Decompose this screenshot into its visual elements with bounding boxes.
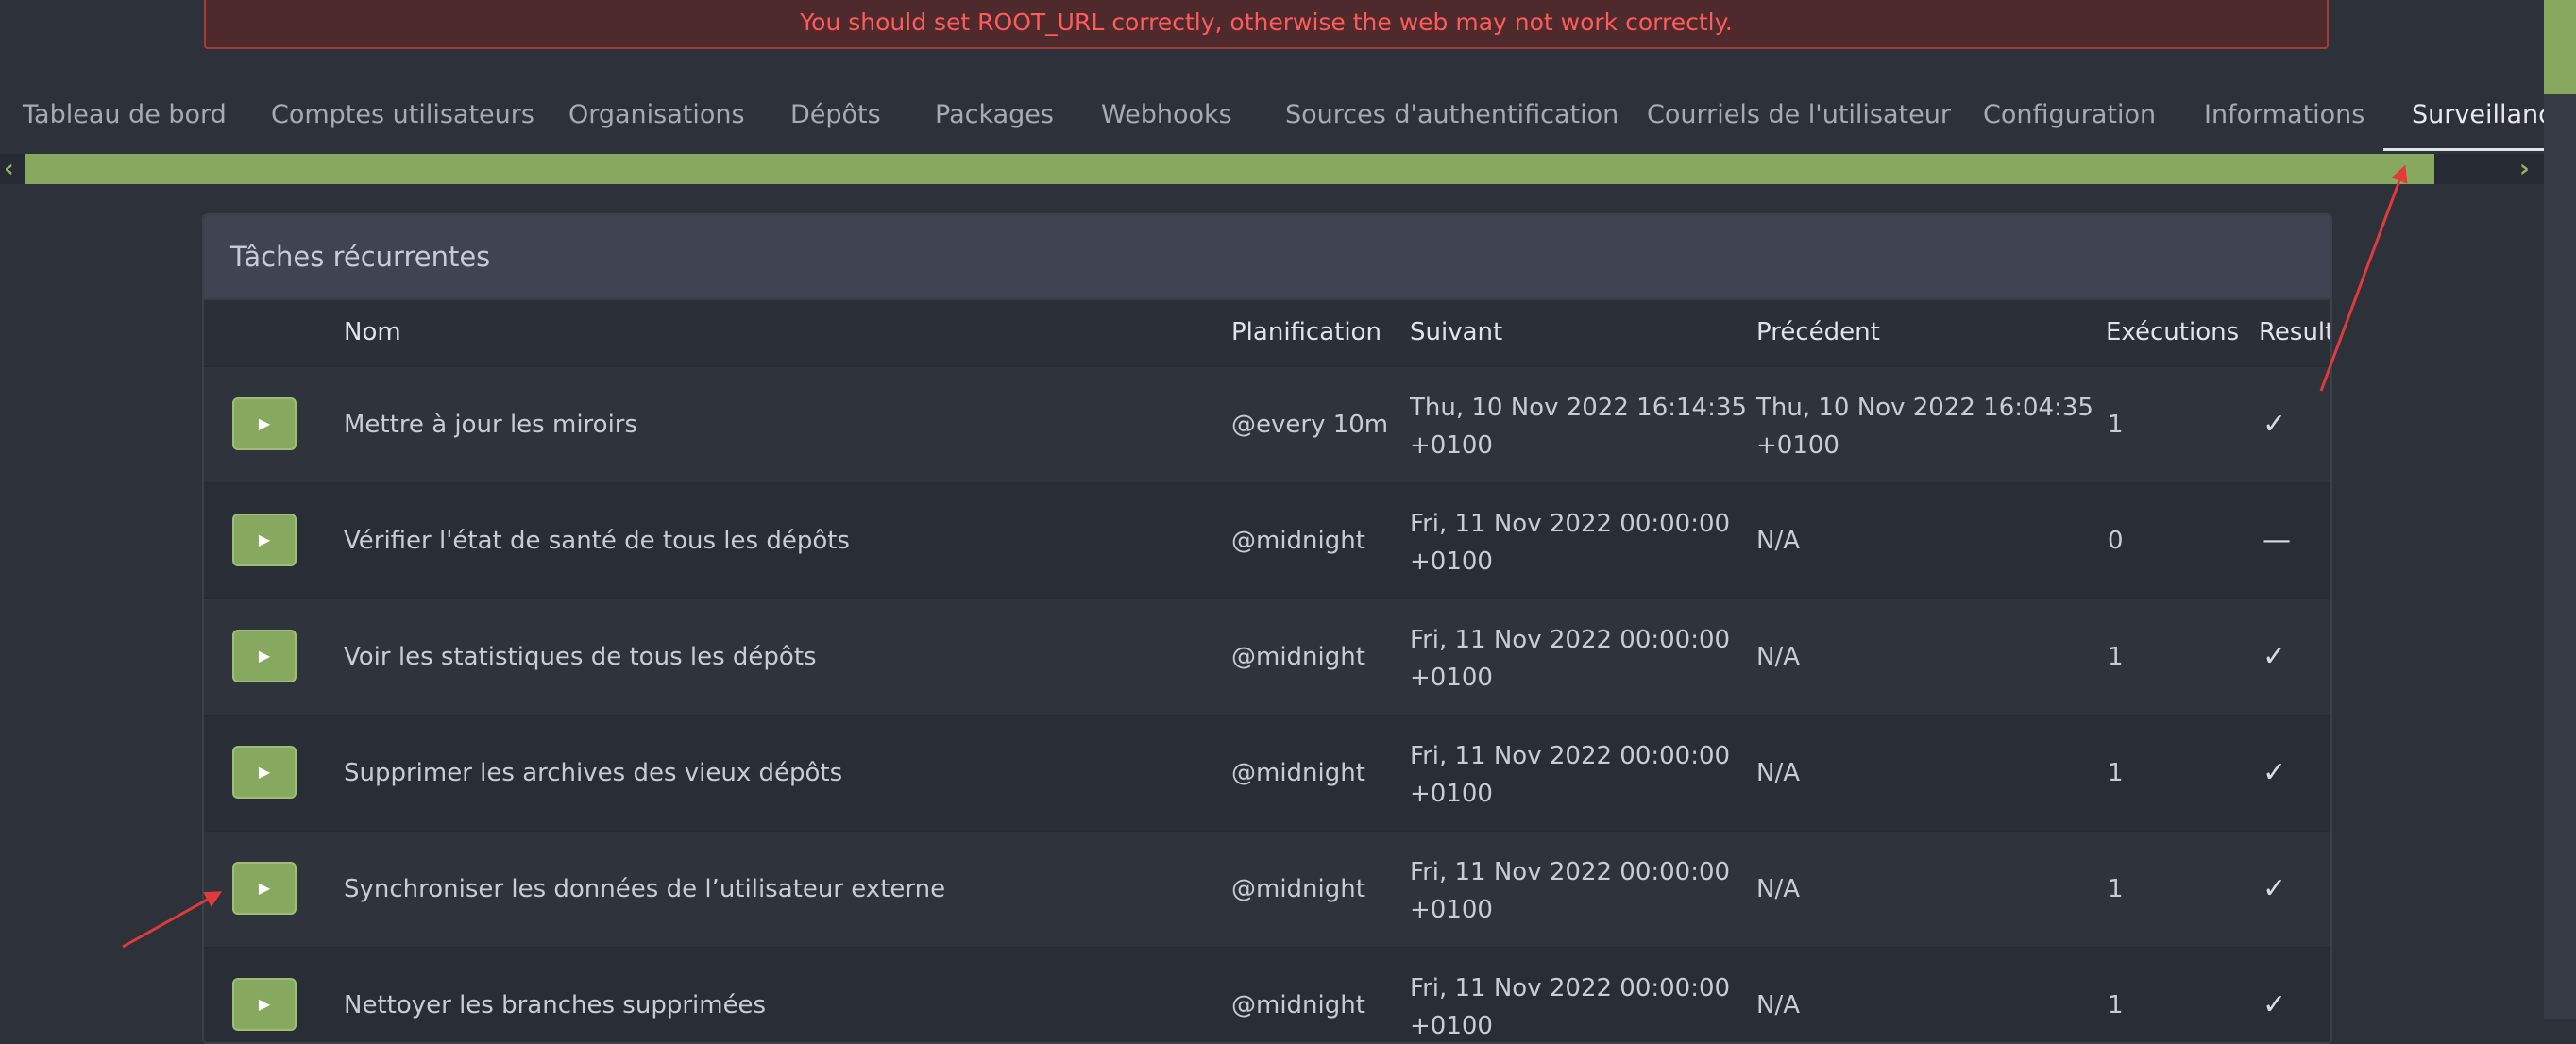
check-icon: ✓ bbox=[2262, 640, 2287, 673]
column-header-schedule: Planification bbox=[1231, 318, 1381, 346]
root-url-warning-banner: You should set ROOT_URL correctly, other… bbox=[204, 0, 2329, 49]
scrollbar-thumb[interactable] bbox=[25, 154, 2434, 184]
task-previous: N/A bbox=[1756, 991, 1800, 1019]
panel-header: Tâches récurrentes bbox=[204, 215, 2330, 300]
play-icon: ▶ bbox=[258, 763, 271, 781]
page-vertical-scrollbar[interactable] bbox=[2544, 0, 2576, 1019]
run-task-button[interactable]: ▶ bbox=[232, 978, 297, 1031]
task-name: Mettre à jour les miroirs bbox=[344, 411, 638, 439]
task-previous: N/A bbox=[1756, 643, 1800, 671]
task-next-date: Thu, 10 Nov 2022 16:14:35 bbox=[1410, 394, 1747, 422]
task-schedule: @midnight bbox=[1231, 527, 1365, 555]
scroll-left-icon[interactable]: ‹ bbox=[4, 154, 14, 184]
column-header-name: Nom bbox=[344, 318, 401, 346]
table-row: ▶ Vérifier l'état de santé de tous les d… bbox=[204, 482, 2330, 598]
task-next: Fri, 11 Nov 2022 00:00:00 +0100 bbox=[1410, 505, 1730, 581]
run-task-button[interactable]: ▶ bbox=[232, 862, 297, 915]
column-header-result: Result bbox=[2259, 318, 2332, 346]
task-executions: 1 bbox=[2108, 759, 2124, 787]
vertical-scrollbar-thumb[interactable] bbox=[2544, 0, 2576, 94]
task-executions: 1 bbox=[2108, 411, 2124, 439]
task-next: Fri, 11 Nov 2022 00:00:00 +0100 bbox=[1410, 969, 1731, 1042]
task-name: Voir les statistiques de tous les dépôts bbox=[344, 643, 817, 671]
task-previous: Thu, 10 Nov 2022 16:04:35 +0100 bbox=[1756, 389, 2093, 464]
task-previous-date: Thu, 10 Nov 2022 16:04:35 bbox=[1756, 394, 2093, 422]
task-previous-tz: +0100 bbox=[1756, 431, 1839, 460]
task-schedule: @every 10m bbox=[1231, 411, 1389, 439]
task-next-date: Fri, 11 Nov 2022 00:00:00 bbox=[1410, 858, 1731, 886]
task-name: Nettoyer les branches supprimées bbox=[344, 991, 767, 1019]
task-next-date: Fri, 11 Nov 2022 00:00:00 bbox=[1410, 974, 1731, 1002]
task-schedule: @midnight bbox=[1231, 991, 1365, 1019]
task-schedule: @midnight bbox=[1231, 875, 1365, 903]
panel-title: Tâches récurrentes bbox=[230, 241, 491, 273]
scroll-right-icon[interactable]: › bbox=[2519, 154, 2530, 184]
task-schedule: @midnight bbox=[1231, 759, 1365, 787]
run-task-button[interactable]: ▶ bbox=[232, 746, 297, 799]
task-name: Vérifier l'état de santé de tous les dép… bbox=[344, 527, 850, 555]
play-icon: ▶ bbox=[258, 879, 271, 897]
task-next-tz: +0100 bbox=[1410, 431, 1493, 460]
run-task-button[interactable]: ▶ bbox=[232, 514, 297, 566]
table-row: ▶ Synchroniser les données de l’utilisat… bbox=[204, 831, 2330, 947]
task-previous: N/A bbox=[1756, 875, 1800, 903]
task-next-date: Fri, 11 Nov 2022 00:00:00 bbox=[1410, 626, 1731, 654]
task-next-date: Fri, 11 Nov 2022 00:00:00 bbox=[1410, 510, 1731, 538]
check-icon: ✓ bbox=[2262, 988, 2287, 1021]
warning-text: You should set ROOT_URL correctly, other… bbox=[800, 8, 1733, 36]
run-task-button[interactable]: ▶ bbox=[232, 397, 297, 450]
cron-tasks-panel: Tâches récurrentes Nom Planification Sui… bbox=[202, 213, 2332, 1044]
task-previous: N/A bbox=[1756, 759, 1800, 787]
task-next-tz: +0100 bbox=[1410, 780, 1493, 808]
task-name: Supprimer les archives des vieux dépôts bbox=[344, 759, 843, 787]
table-row: ▶ Mettre à jour les miroirs @every 10m T… bbox=[204, 366, 2330, 482]
task-executions: 1 bbox=[2108, 875, 2124, 903]
column-header-previous: Précédent bbox=[1756, 318, 1880, 346]
task-next-tz: +0100 bbox=[1410, 547, 1493, 576]
check-icon: ✓ bbox=[2262, 756, 2287, 789]
task-next-tz: +0100 bbox=[1410, 896, 1493, 924]
task-executions: 0 bbox=[2108, 527, 2124, 555]
table-row: ▶ Nettoyer les branches supprimées @midn… bbox=[204, 947, 2330, 1042]
check-icon: ✓ bbox=[2262, 408, 2287, 441]
table-row: ▶ Supprimer les archives des vieux dépôt… bbox=[204, 715, 2330, 831]
task-next: Thu, 10 Nov 2022 16:14:35 +0100 bbox=[1410, 389, 1747, 464]
active-tab-indicator bbox=[2383, 148, 2544, 151]
dash-icon: — bbox=[2262, 524, 2291, 557]
task-next: Fri, 11 Nov 2022 00:00:00 +0100 bbox=[1410, 737, 1730, 813]
task-next-date: Fri, 11 Nov 2022 00:00:00 bbox=[1410, 742, 1731, 770]
play-icon: ▶ bbox=[258, 647, 271, 665]
task-next: Fri, 11 Nov 2022 00:00:00 +0100 bbox=[1410, 621, 1730, 697]
tabs-horizontal-scrollbar[interactable]: ‹ › bbox=[0, 154, 2544, 184]
task-executions: 1 bbox=[2108, 643, 2124, 671]
play-icon: ▶ bbox=[258, 995, 271, 1013]
run-task-button[interactable]: ▶ bbox=[232, 630, 297, 682]
task-next: Fri, 11 Nov 2022 00:00:00 +0100 bbox=[1410, 853, 1730, 929]
task-previous: N/A bbox=[1756, 527, 1800, 555]
task-executions: 1 bbox=[2108, 991, 2124, 1019]
task-next-tz: +0100 bbox=[1410, 1012, 1493, 1040]
check-icon: ✓ bbox=[2262, 872, 2287, 905]
task-name: Synchroniser les données de l’utilisateu… bbox=[344, 875, 946, 903]
column-header-executions: Exécutions bbox=[2106, 318, 2240, 346]
annotation-arrow-monitoring-tab bbox=[2319, 164, 2408, 392]
task-schedule: @midnight bbox=[1231, 643, 1365, 671]
play-icon: ▶ bbox=[258, 414, 271, 432]
column-header-next: Suivant bbox=[1410, 318, 1503, 346]
task-next-tz: +0100 bbox=[1410, 664, 1493, 692]
play-icon: ▶ bbox=[258, 530, 271, 548]
table-row: ▶ Voir les statistiques de tous les dépô… bbox=[204, 598, 2330, 715]
